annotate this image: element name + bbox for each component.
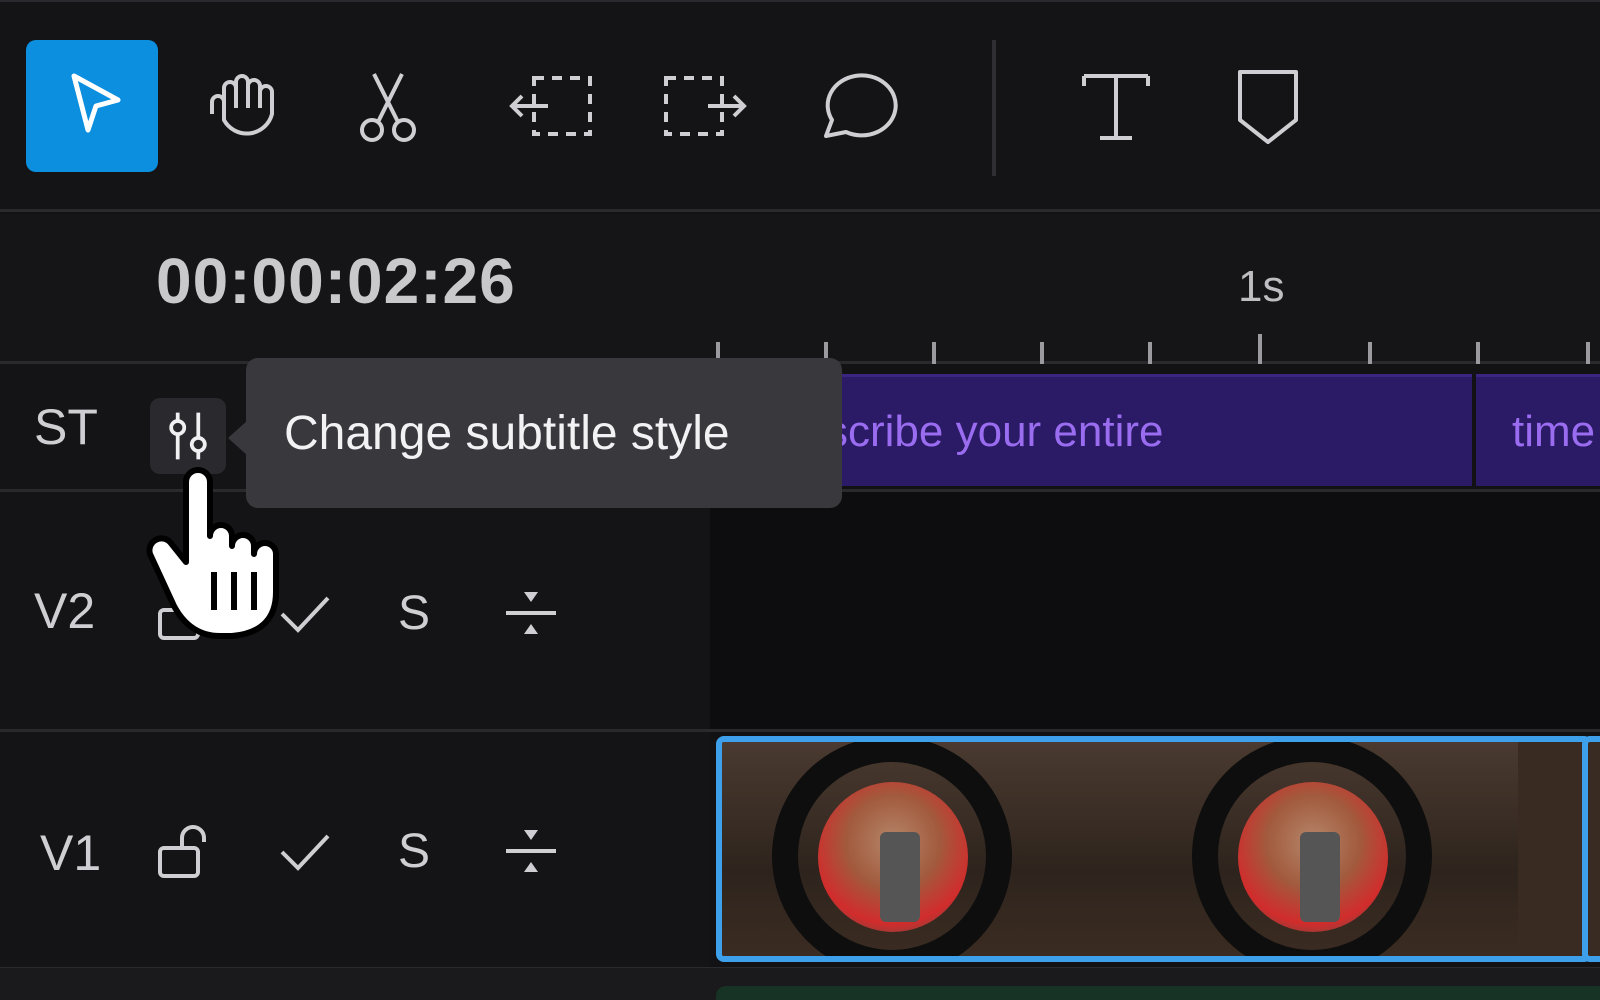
text-icon	[1082, 74, 1150, 140]
arrow-pointer-icon	[71, 73, 121, 133]
timeline-ruler-row: 00:00:02:26 1s	[0, 214, 1600, 364]
speech-bubble-icon	[824, 73, 898, 138]
tooltip-arrow	[228, 420, 248, 456]
tooltip-text: Change subtitle style	[284, 406, 730, 460]
subtitle-clip-text: time	[1512, 406, 1596, 456]
visibility-toggle-v1[interactable]	[270, 816, 340, 886]
track-label-v2: V2	[34, 583, 96, 639]
track-height-toggle-v1[interactable]	[496, 816, 566, 886]
subtitle-clip-text: scribe your entire	[826, 406, 1164, 456]
tooltip: Change subtitle style	[246, 358, 842, 508]
video-thumbnail	[722, 742, 1120, 956]
collapse-track-icon	[506, 592, 556, 634]
trim-right-icon	[664, 76, 747, 136]
text-tool-button[interactable]	[1050, 40, 1182, 172]
video-thumbnail	[1120, 742, 1518, 956]
video-clip[interactable]	[716, 736, 1592, 962]
track-header-v1: V1 S	[0, 732, 710, 970]
video-clip-next[interactable]	[1582, 736, 1600, 962]
track-height-toggle-v2[interactable]	[496, 578, 566, 648]
solo-button-v1[interactable]: S	[398, 824, 430, 879]
trim-right-tool-button[interactable]	[638, 40, 770, 172]
select-tool-button[interactable]	[26, 40, 158, 172]
marker-tool-button[interactable]	[1202, 40, 1334, 172]
track-area-v1	[710, 732, 1600, 970]
sliders-icon	[169, 412, 207, 460]
track-label-v1: V1	[40, 825, 102, 881]
solo-button-v2[interactable]: S	[398, 586, 430, 641]
marker-icon	[1238, 70, 1298, 144]
comment-tool-button[interactable]	[786, 40, 918, 172]
collapse-track-icon	[506, 830, 556, 872]
unlock-icon	[158, 825, 206, 878]
track-area-st: scribe your entire time	[710, 364, 1600, 492]
toolbar-separator	[992, 40, 996, 176]
subtitle-clip-2[interactable]: time	[1476, 374, 1600, 486]
hand-tool-button[interactable]	[174, 40, 306, 172]
lock-toggle-v1[interactable]	[150, 816, 220, 886]
track-header-v2: V2 S	[0, 492, 710, 732]
hand-icon	[210, 74, 274, 136]
track-label-st: ST	[34, 399, 98, 455]
cut-tool-button[interactable]	[322, 40, 454, 172]
scissors-icon	[360, 73, 416, 142]
track-area-v2	[710, 492, 1600, 732]
ruler-label-1s: 1s	[1238, 262, 1285, 311]
hand-cursor-icon	[146, 467, 279, 639]
trim-left-icon	[509, 76, 592, 136]
trim-left-tool-button[interactable]	[486, 40, 618, 172]
audio-clip-edge[interactable]	[716, 986, 1600, 1000]
toolbar	[0, 0, 1600, 212]
timecode-display: 00:00:02:26	[156, 245, 516, 317]
checkmark-icon	[280, 834, 330, 871]
